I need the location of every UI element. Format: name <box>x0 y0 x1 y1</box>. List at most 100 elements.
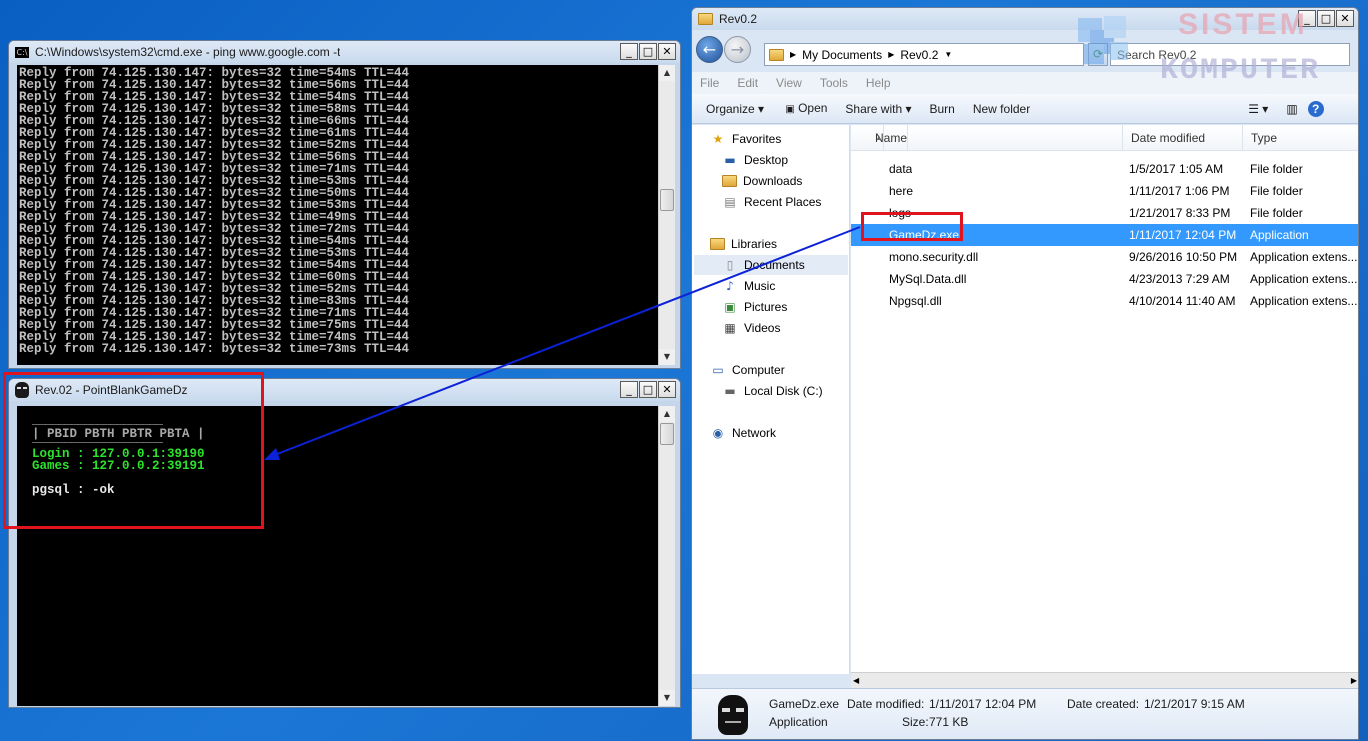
file-type: Application extens... <box>1250 294 1358 308</box>
explorer-navbar: ← → ▶ My Documents ▶ Rev0.2 ▼ ⟳ Search R… <box>692 30 1358 72</box>
search-input[interactable]: Search Rev0.2 <box>1110 43 1350 66</box>
file-row[interactable]: MySql.Data.dll 4/23/2013 7:29 AM Applicati… <box>851 268 1358 290</box>
menu-edit[interactable]: Edit <box>737 76 758 90</box>
close-button[interactable]: ✕ <box>658 43 676 60</box>
drive-icon: ▬ <box>724 384 736 398</box>
menu-help[interactable]: Help <box>866 76 891 90</box>
breadcrumb-rev02[interactable]: Rev0.2 <box>900 48 938 62</box>
open-button[interactable]: ▣ Open <box>782 101 827 117</box>
maximize-button[interactable]: □ <box>639 43 657 60</box>
file-name: here <box>889 184 914 198</box>
file-type: File folder <box>1250 184 1303 198</box>
column-date-modified[interactable]: Date modified <box>1123 125 1243 151</box>
breadcrumb-my-documents[interactable]: My Documents <box>802 48 882 62</box>
nav-pictures[interactable]: ▣ Pictures <box>722 297 787 317</box>
maximize-button[interactable]: □ <box>1317 10 1335 27</box>
nav-libraries[interactable]: Libraries <box>710 234 777 254</box>
view-options-icon[interactable]: ☰ ▾ <box>1248 102 1268 116</box>
cmd-title: C:\Windows\system32\cmd.exe - ping www.g… <box>35 45 341 59</box>
cmd-console[interactable]: Reply from 74.125.130.147: bytes=32 time… <box>17 65 675 365</box>
file-row[interactable]: here 1/11/2017 1:06 PM File folder <box>851 180 1358 202</box>
forward-button[interactable]: → <box>724 36 751 63</box>
nav-label: Favorites <box>732 132 782 146</box>
scroll-down-arrow[interactable]: ▼ <box>659 690 675 706</box>
open-label: Open <box>798 100 828 115</box>
close-button[interactable]: ✕ <box>658 381 676 398</box>
file-date: 1/11/2017 1:06 PM <box>1129 184 1230 198</box>
nav-label: Downloads <box>743 174 803 188</box>
search-placeholder: Search Rev0.2 <box>1117 47 1197 62</box>
nav-documents[interactable]: ▯ Documents <box>694 255 848 275</box>
share-with-button[interactable]: Share with ▾ <box>845 102 911 116</box>
file-row[interactable]: data 1/5/2017 1:05 AM File folder <box>851 158 1358 180</box>
horizontal-scrollbar[interactable]: ◀ ▶ <box>851 672 1358 688</box>
recent-places-icon: ▤ <box>724 195 736 209</box>
scroll-up-arrow[interactable]: ▲ <box>659 406 675 422</box>
nav-favorites[interactable]: ★ Favorites <box>710 129 782 149</box>
folder-icon <box>769 48 784 61</box>
minimize-button[interactable]: _ <box>1298 10 1316 27</box>
share-with-label: Share with <box>845 101 903 116</box>
nav-label: Pictures <box>744 300 788 314</box>
nav-label: Recent Places <box>744 195 822 209</box>
chevron-down-icon[interactable]: ▼ <box>944 50 952 59</box>
nav-recent-places[interactable]: ▤ Recent Places <box>722 192 821 212</box>
file-row[interactable]: Npgsql.dll 4/10/2014 11:40 AM Application … <box>851 290 1358 312</box>
explorer-titlebar[interactable]: Rev0.2 _ □ ✕ <box>692 8 1358 30</box>
close-button[interactable]: ✕ <box>1336 10 1354 27</box>
scroll-up-arrow[interactable]: ▲ <box>659 65 675 81</box>
file-date: 9/26/2016 10:50 PM <box>1129 250 1238 264</box>
organize-button[interactable]: Organize ▾ <box>706 102 764 116</box>
details-date-created-label: Date created: <box>1067 697 1140 711</box>
minimize-button[interactable]: _ <box>620 43 638 60</box>
minimize-button[interactable]: _ <box>620 381 638 398</box>
nav-computer[interactable]: ▭ Computer <box>710 360 784 380</box>
nav-label: Desktop <box>744 153 789 167</box>
column-name[interactable]: Name ▲ <box>859 125 1123 151</box>
column-type[interactable]: Type <box>1243 125 1358 151</box>
cmd-titlebar[interactable]: C:\ C:\Windows\system32\cmd.exe - ping w… <box>9 41 680 63</box>
nav-network[interactable]: ◉ Network <box>710 423 776 443</box>
refresh-button[interactable]: ⟳ <box>1088 43 1108 66</box>
burn-button[interactable]: Burn <box>929 102 954 116</box>
maximize-button[interactable]: □ <box>639 381 657 398</box>
nav-label: Local Disk (C:) <box>744 384 823 398</box>
nav-downloads[interactable]: Downloads <box>722 171 802 191</box>
menu-tools[interactable]: Tools <box>820 76 848 90</box>
nav-local-disk[interactable]: ▬ Local Disk (C:) <box>722 381 823 401</box>
menu-view[interactable]: View <box>776 76 802 90</box>
address-bar[interactable]: ▶ My Documents ▶ Rev0.2 ▼ <box>764 43 1084 66</box>
game-scrollbar[interactable]: ▲ ▼ <box>658 406 675 706</box>
nav-music[interactable]: ♪ Music <box>722 276 775 296</box>
scroll-left-arrow[interactable]: ◀ <box>853 673 859 688</box>
details-size: 771 KB <box>929 715 969 729</box>
file-type: Application extens... <box>1250 250 1358 264</box>
file-type: File folder <box>1250 162 1303 176</box>
explorer-window[interactable]: Rev0.2 _ □ ✕ ← → ▶ My Documents ▶ Rev0.2… <box>691 7 1359 740</box>
file-date: 1/5/2017 1:05 AM <box>1129 162 1224 176</box>
menu-file[interactable]: File <box>700 76 719 90</box>
details-date-modified-label: Date modified: <box>847 697 925 711</box>
preview-pane-icon[interactable]: ▥ <box>1286 102 1297 116</box>
back-button[interactable]: ← <box>696 36 723 63</box>
chevron-right-icon[interactable]: ▶ <box>888 50 894 59</box>
new-folder-button[interactable]: New folder <box>973 102 1030 116</box>
game-window-controls: _ □ ✕ <box>620 381 676 398</box>
file-type: Application extens... <box>1250 272 1358 286</box>
scroll-thumb[interactable] <box>660 423 674 445</box>
organize-label: Organize <box>706 101 755 116</box>
file-date: 4/10/2014 11:40 AM <box>1129 294 1236 308</box>
scroll-right-arrow[interactable]: ▶ <box>1351 673 1357 688</box>
cmd-window[interactable]: C:\ C:\Windows\system32\cmd.exe - ping w… <box>8 40 681 369</box>
chevron-right-icon[interactable]: ▶ <box>790 50 796 59</box>
file-row[interactable]: mono.security.dll 9/26/2016 10:50 PM Appli… <box>851 246 1358 268</box>
help-icon[interactable]: ? <box>1307 100 1324 117</box>
downloads-icon <box>722 175 737 187</box>
scroll-thumb[interactable] <box>660 189 674 211</box>
nav-videos[interactable]: ▦ Videos <box>722 318 780 338</box>
details-date-created: 1/21/2017 9:15 AM <box>1144 697 1245 711</box>
nav-desktop[interactable]: ▬ Desktop <box>722 150 788 170</box>
folder-icon <box>698 13 713 25</box>
cmd-scrollbar[interactable]: ▲ ▼ <box>658 65 675 365</box>
scroll-down-arrow[interactable]: ▼ <box>659 349 675 365</box>
